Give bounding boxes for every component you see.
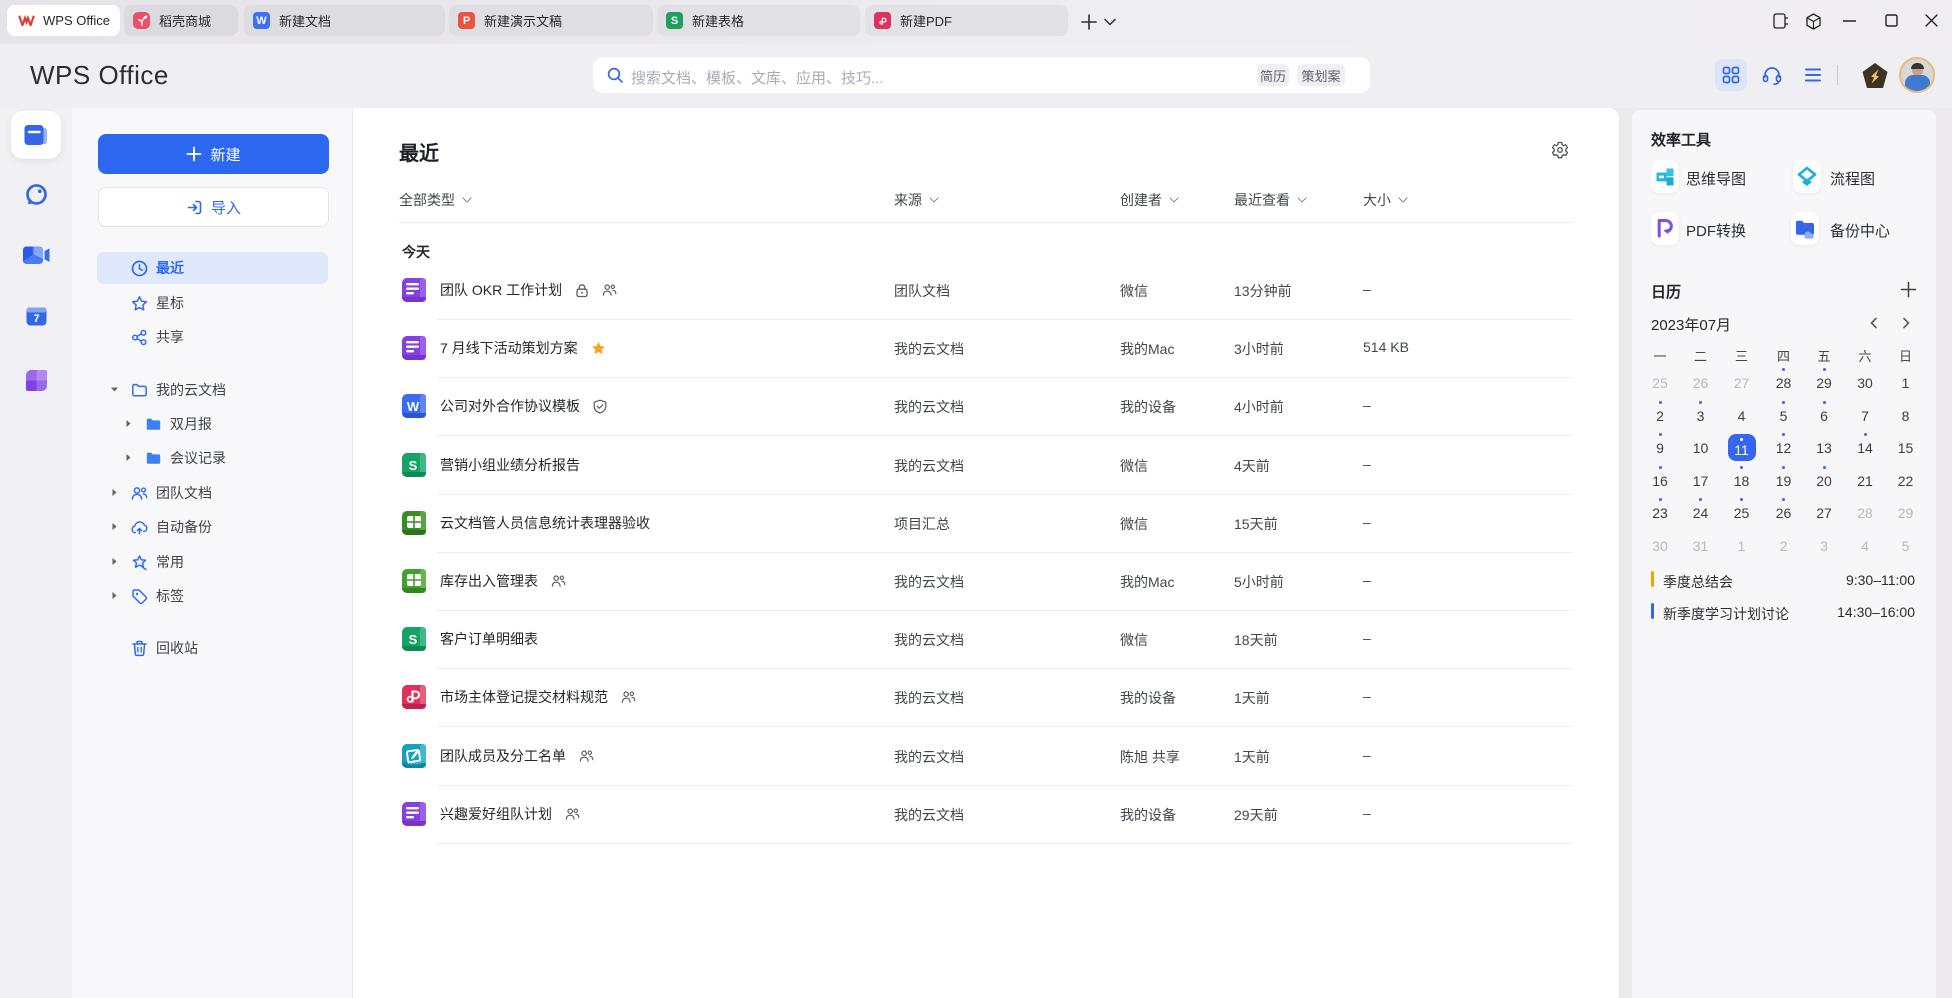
svg-text:W: W: [407, 399, 420, 414]
svg-text:S: S: [409, 458, 418, 473]
svg-text:7: 7: [33, 313, 39, 325]
svg-text:S: S: [409, 632, 418, 647]
